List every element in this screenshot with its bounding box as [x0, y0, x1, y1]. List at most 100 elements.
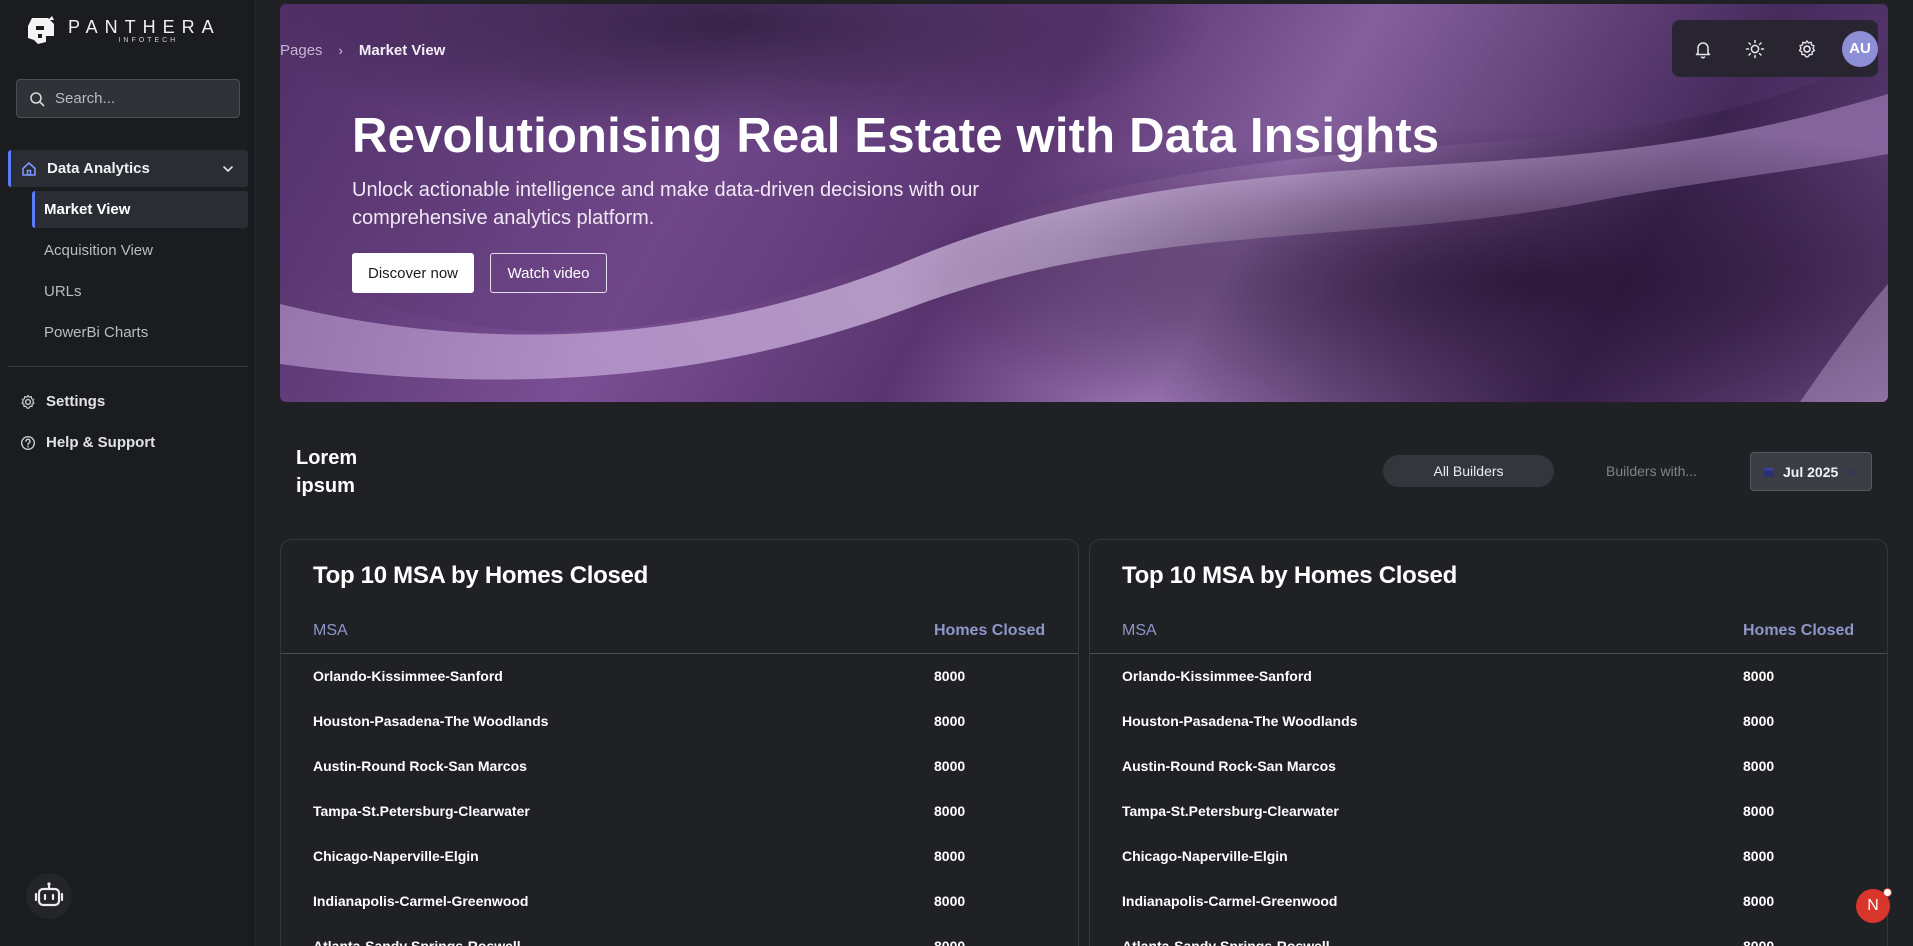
watch-video-button[interactable]: Watch video [490, 253, 607, 293]
breadcrumb-current: Market View [358, 42, 446, 59]
brand-subtitle: INFOTECH [118, 36, 179, 44]
help-icon [20, 435, 36, 450]
table-header: MSA Homes Closed [1090, 622, 1887, 654]
sidebar-item-powerbi-charts[interactable]: PowerBi Charts [32, 314, 248, 351]
hero-banner: Pages › Market View Revolutionising Real… [280, 4, 1888, 402]
hero-title: Revolutionising Real Estate with Data In… [352, 109, 1440, 163]
sidebar-group-label: Data Analytics [47, 160, 150, 177]
hero-subtitle: Unlock actionable intelligence and make … [352, 179, 980, 229]
sidebar-item-urls[interactable]: URLs [32, 273, 248, 310]
table-row[interactable]: Indianapolis-Carmel-Greenwood 8000 [1090, 893, 1887, 938]
cell-msa: Indianapolis-Carmel-Greenwood [1122, 893, 1338, 909]
theme-toggle-button[interactable] [1738, 32, 1772, 66]
cell-homes-closed: 8000 [934, 668, 966, 684]
table-row[interactable]: Tampa-St.Petersburg-Clearwater 8000 [281, 803, 1078, 848]
sidebar-item-settings[interactable]: Settings [20, 393, 105, 410]
table-row[interactable]: Chicago-Naperville-Elgin 8000 [281, 848, 1078, 893]
cell-msa: Indianapolis-Carmel-Greenwood [313, 893, 529, 909]
settings-button[interactable] [1790, 32, 1824, 66]
cell-homes-closed: 8000 [1743, 758, 1775, 774]
discover-now-button[interactable]: Discover now [352, 253, 474, 293]
table-row[interactable]: Orlando-Kissimmee-Sanford 8000 [1090, 668, 1887, 713]
table-row[interactable]: Austin-Round Rock-San Marcos 8000 [1090, 758, 1887, 803]
cell-homes-closed: 8000 [934, 848, 966, 864]
table-row[interactable]: Orlando-Kissimmee-Sanford 8000 [281, 668, 1078, 713]
table-row[interactable]: Tampa-St.Petersburg-Clearwater 8000 [1090, 803, 1887, 848]
date-label: Jul 2025 [1783, 463, 1839, 480]
cell-homes-closed: 8000 [1743, 803, 1775, 819]
cell-msa: Chicago-Naperville-Elgin [1122, 848, 1288, 864]
breadcrumb-pages[interactable]: Pages [280, 42, 323, 59]
cell-homes-closed: 8000 [934, 938, 966, 946]
cell-msa: Orlando-Kissimmee-Sanford [313, 668, 503, 684]
header-actions: AU [1672, 20, 1878, 77]
calendar-icon [1764, 467, 1774, 477]
column-header-homes-closed[interactable]: Homes Closed [1743, 622, 1854, 640]
filter-builders-with[interactable]: Builders with... [1606, 463, 1697, 479]
table-card-left: Top 10 MSA by Homes Closed MSA Homes Clo… [280, 539, 1079, 946]
table-row[interactable]: Atlanta-Sandy Springs-Roswell 8000 [1090, 938, 1887, 946]
cell-msa: Atlanta-Sandy Springs-Roswell [313, 938, 521, 946]
chatbot-button[interactable] [26, 873, 72, 919]
table-row[interactable]: Austin-Round Rock-San Marcos 8000 [281, 758, 1078, 803]
home-icon [22, 161, 36, 176]
gear-icon [21, 394, 35, 409]
settings-label: Settings [46, 393, 106, 410]
cell-homes-closed: 8000 [934, 893, 966, 909]
brand-logo[interactable]: PANTHERA INFOTECH [24, 14, 221, 48]
card-title: Top 10 MSA by Homes Closed [1122, 562, 1457, 589]
table-row[interactable]: Houston-Pasadena-The Woodlands 8000 [1090, 713, 1887, 758]
table-row[interactable]: Chicago-Naperville-Elgin 8000 [1090, 848, 1887, 893]
help-support-label: Help & Support [46, 434, 156, 451]
cell-msa: Austin-Round Rock-San Marcos [1122, 758, 1336, 774]
cell-homes-closed: 8000 [1743, 893, 1775, 909]
date-picker-button[interactable]: Jul 2025 [1750, 452, 1872, 491]
cell-msa: Houston-Pasadena-The Woodlands [1122, 713, 1358, 729]
table-row[interactable]: Houston-Pasadena-The Woodlands 8000 [281, 713, 1078, 758]
cell-msa: Austin-Round Rock-San Marcos [313, 758, 527, 774]
cell-msa: Tampa-St.Petersburg-Clearwater [313, 803, 530, 819]
sidebar-item-acquisition-view[interactable]: Acquisition View [32, 232, 248, 269]
cell-msa: Orlando-Kissimmee-Sanford [1122, 668, 1312, 684]
brand-name: PANTHERA [68, 16, 221, 37]
chevron-right-icon: › [338, 43, 343, 58]
cell-homes-closed: 8000 [1743, 938, 1775, 946]
search-input[interactable] [55, 90, 225, 107]
sidebar-subnav: Market View Acquisition View URLs PowerB… [32, 191, 248, 355]
section-title: Lorem ipsum [296, 447, 358, 497]
table-header: MSA Homes Closed [281, 622, 1078, 654]
column-header-msa[interactable]: MSA [1122, 622, 1157, 640]
card-title: Top 10 MSA by Homes Closed [313, 562, 648, 589]
sidebar-group-data-analytics[interactable]: Data Analytics [8, 150, 248, 187]
cell-homes-closed: 8000 [1743, 668, 1775, 684]
filter-all-builders[interactable]: All Builders [1383, 455, 1554, 487]
cell-homes-closed: 8000 [934, 758, 966, 774]
sidebar-divider [8, 366, 248, 367]
chevron-down-icon [1847, 469, 1855, 474]
cell-homes-closed: 8000 [1743, 848, 1775, 864]
cell-msa: Houston-Pasadena-The Woodlands [313, 713, 549, 729]
notification-dot [1883, 888, 1892, 897]
sun-icon [1745, 39, 1765, 58]
sidebar-item-market-view[interactable]: Market View [32, 191, 248, 228]
table-card-right: Top 10 MSA by Homes Closed MSA Homes Clo… [1089, 539, 1888, 946]
notifications-button[interactable] [1686, 32, 1720, 66]
column-header-msa[interactable]: MSA [313, 622, 348, 640]
cell-msa: Tampa-St.Petersburg-Clearwater [1122, 803, 1339, 819]
table-row[interactable]: Indianapolis-Carmel-Greenwood 8000 [281, 893, 1078, 938]
cell-msa: Atlanta-Sandy Springs-Roswell [1122, 938, 1330, 946]
search-box[interactable] [16, 79, 240, 118]
table-row[interactable]: Atlanta-Sandy Springs-Roswell 8000 [281, 938, 1078, 946]
sidebar: PANTHERA INFOTECH Data Analytics Market … [0, 0, 256, 946]
chevron-down-icon[interactable] [222, 163, 234, 175]
cell-homes-closed: 8000 [934, 803, 966, 819]
bell-icon [1695, 41, 1711, 58]
column-header-homes-closed[interactable]: Homes Closed [934, 622, 1045, 640]
robot-icon [34, 882, 64, 907]
sidebar-item-help-support[interactable]: Help & Support [20, 434, 155, 451]
cell-homes-closed: 8000 [1743, 713, 1775, 729]
breadcrumb: Pages › Market View [280, 42, 445, 59]
search-icon [30, 91, 45, 106]
user-avatar[interactable]: AU [1842, 30, 1878, 67]
gear-icon [1798, 39, 1816, 57]
